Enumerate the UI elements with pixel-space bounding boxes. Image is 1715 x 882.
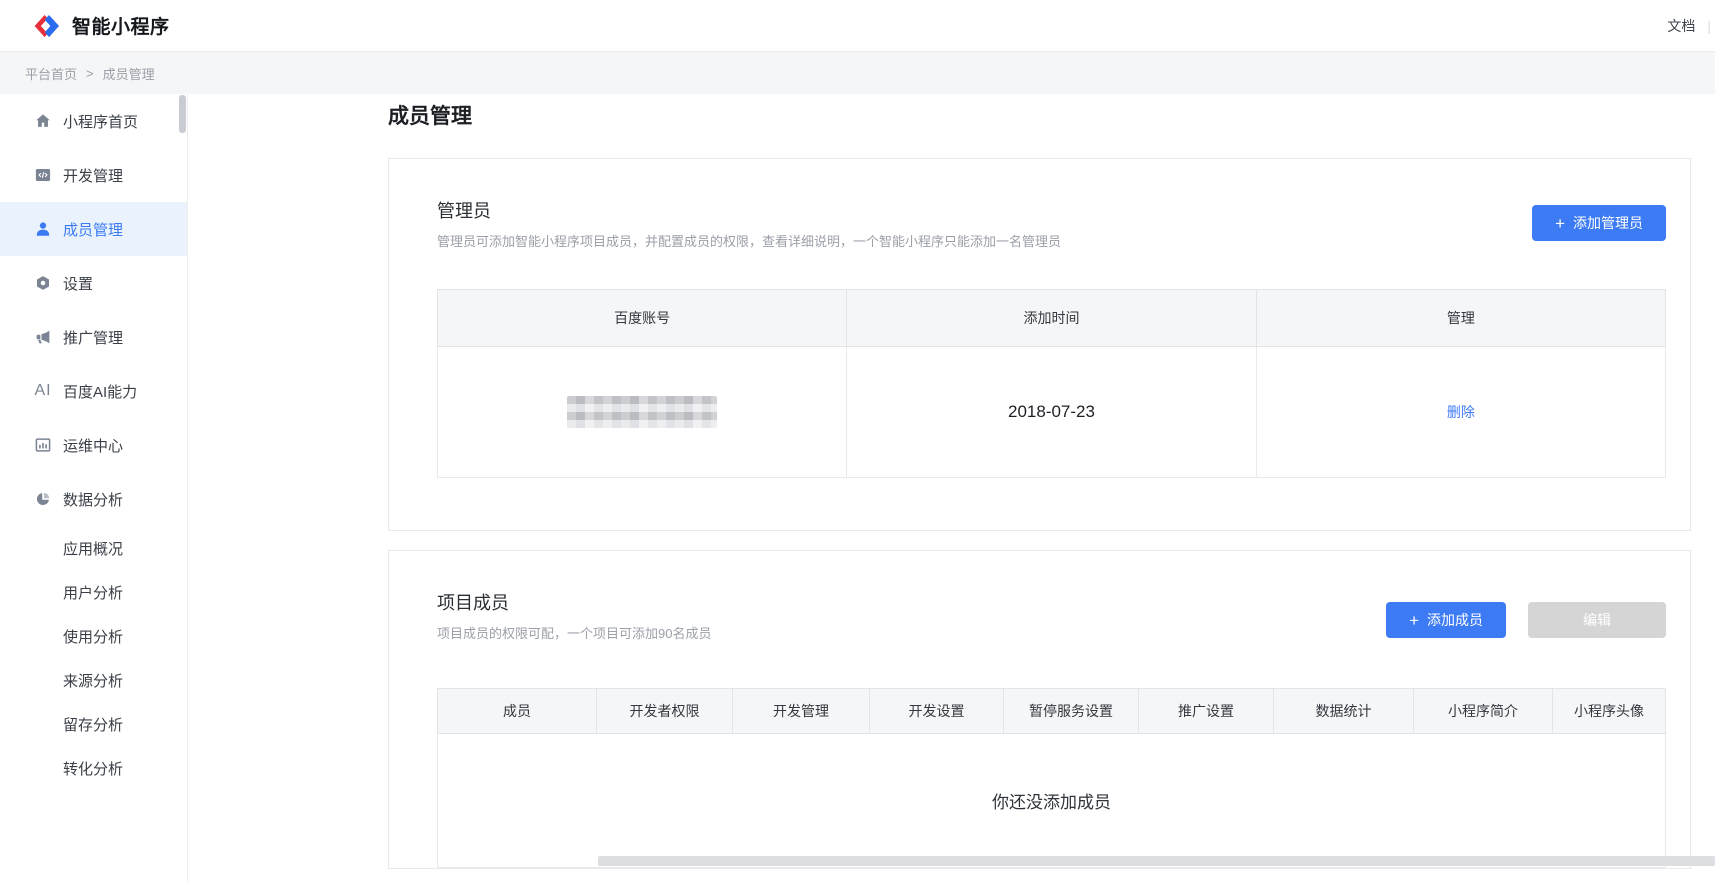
column-header-pause-service: 暂停服务设置 [1004,689,1139,734]
sidebar-item-settings[interactable]: 设置 [0,256,187,310]
members-empty-text: 你还没添加成员 [438,734,1666,868]
sidebar-item-label: 开发管理 [63,165,123,186]
column-header-miniapp-avatar: 小程序头像 [1553,689,1666,734]
horizontal-scrollbar-thumb[interactable] [598,856,1715,866]
sidebar-item-members[interactable]: 成员管理 [0,202,187,256]
admin-manage-cell: 删除 [1256,347,1665,478]
sidebar-item-baidu-ai[interactable]: AI 百度AI能力 [0,364,187,418]
bar-chart-icon [33,436,53,454]
admin-added-time-cell: 2018-07-23 [847,347,1256,478]
sidebar-item-label: 小程序首页 [63,111,138,132]
redacted-account-blur [567,396,717,428]
code-icon [33,166,53,184]
sidebar-item-home[interactable]: 小程序首页 [0,94,187,148]
sidebar-item-dev-manage[interactable]: 开发管理 [0,148,187,202]
sidebar-subitem-usage-analysis[interactable]: 使用分析 [0,614,187,658]
home-icon [33,112,53,130]
user-icon [33,220,53,238]
logo-text: 智能小程序 [72,12,170,39]
sidebar-item-label: 推广管理 [63,327,123,348]
delete-link[interactable]: 删除 [1447,404,1475,420]
column-header-developer-permission: 开发者权限 [597,689,733,734]
sidebar-subitem-conversion-analysis[interactable]: 转化分析 [0,746,187,790]
logo-diamond-icon [32,11,62,41]
admin-account-cell [438,347,847,478]
page-title: 成员管理 [388,104,1691,130]
plus-icon: + [1555,215,1565,232]
logo[interactable]: 智能小程序 [32,11,170,41]
top-header: 智能小程序 文档 | [0,0,1715,52]
header-divider: | [1707,18,1711,34]
sidebar-item-label: 设置 [63,273,93,294]
sidebar-item-label: 百度AI能力 [63,381,137,402]
sidebar-subitem-user-analysis[interactable]: 用户分析 [0,570,187,614]
admin-card: 管理员 管理员可添加智能小程序项目成员，并配置成员的权限，查看详细说明，一个智能… [388,158,1691,531]
header-right: 文档 | [1667,16,1711,36]
members-table: 成员 开发者权限 开发管理 开发设置 暂停服务设置 推广设置 数据统计 小程序简… [437,688,1666,868]
add-admin-button[interactable]: + 添加管理员 [1532,205,1666,241]
ai-icon: AI [33,382,53,400]
add-member-button[interactable]: + 添加成员 [1386,602,1506,638]
main-content: 成员管理 管理员 管理员可添加智能小程序项目成员，并配置成员的权限，查看详细说明… [189,94,1715,882]
column-header-data-stats: 数据统计 [1274,689,1414,734]
app-root: 智能小程序 文档 | 平台首页 > 成员管理 小程序首页 开发管理 [0,0,1715,882]
admin-table: 百度账号 添加时间 管理 2018-07-23 [437,289,1666,478]
admin-table-row: 2018-07-23 删除 [438,347,1666,478]
members-card: 项目成员 项目成员的权限可配，一个项目可添加90名成员 + 添加成员 编辑 [388,550,1691,869]
column-header-baidu-account: 百度账号 [438,290,847,347]
column-header-dev-settings: 开发设置 [870,689,1004,734]
sidebar-item-label: 运维中心 [63,435,123,456]
members-empty-row: 你还没添加成员 [438,734,1666,868]
column-header-promotion-settings: 推广设置 [1139,689,1274,734]
sidebar-item-label: 数据分析 [63,489,123,510]
sidebar-item-promotion[interactable]: 推广管理 [0,310,187,364]
pie-chart-icon [33,490,53,508]
column-header-dev-manage: 开发管理 [733,689,870,734]
column-header-added-time: 添加时间 [847,290,1256,347]
breadcrumb-separator: > [86,66,94,81]
admin-card-title: 管理员 [437,199,1666,223]
sidebar-subitem-source-analysis[interactable]: 来源分析 [0,658,187,702]
column-header-miniapp-intro: 小程序简介 [1414,689,1553,734]
members-card-actions: + 添加成员 编辑 [1386,602,1666,638]
breadcrumb-item-current: 成员管理 [103,64,155,83]
edit-button[interactable]: 编辑 [1528,602,1666,638]
sidebar-item-data-analysis[interactable]: 数据分析 [0,472,187,526]
doc-link[interactable]: 文档 [1667,16,1695,36]
admin-table-header-row: 百度账号 添加时间 管理 [438,290,1666,347]
gear-icon [33,274,53,292]
plus-icon: + [1409,612,1419,629]
breadcrumb-item-home[interactable]: 平台首页 [25,64,77,83]
sidebar-item-ops-center[interactable]: 运维中心 [0,418,187,472]
column-header-manage: 管理 [1256,290,1665,347]
admin-card-description: 管理员可添加智能小程序项目成员，并配置成员的权限，查看详细说明，一个智能小程序只… [437,233,1666,251]
column-header-member: 成员 [438,689,597,734]
sidebar-item-label: 成员管理 [63,219,123,240]
megaphone-icon [33,328,53,346]
sidebar: 小程序首页 开发管理 成员管理 [0,94,188,882]
members-table-header-row: 成员 开发者权限 开发管理 开发设置 暂停服务设置 推广设置 数据统计 小程序简… [438,689,1666,734]
breadcrumb: 平台首页 > 成员管理 [0,52,1715,94]
sidebar-subitem-app-overview[interactable]: 应用概况 [0,526,187,570]
sidebar-subitem-retention-analysis[interactable]: 留存分析 [0,702,187,746]
sidebar-scrollbar-thumb[interactable] [179,95,186,133]
